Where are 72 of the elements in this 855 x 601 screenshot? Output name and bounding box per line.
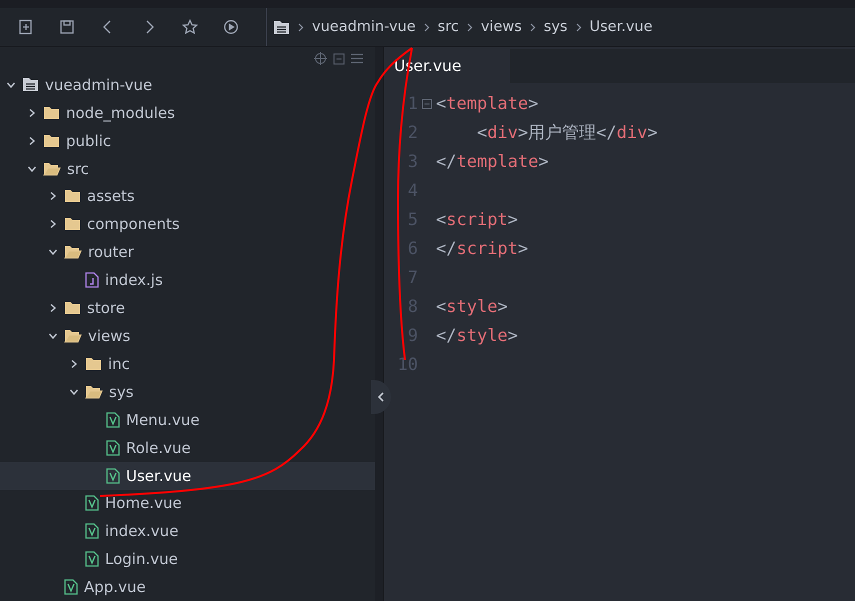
folder-icon xyxy=(43,106,60,120)
tree-item[interactable]: views xyxy=(0,322,375,350)
chevron-down-icon[interactable] xyxy=(48,247,58,258)
code-line: <style> xyxy=(436,296,508,316)
chevron-left-icon xyxy=(377,392,385,402)
collapse-icon[interactable] xyxy=(333,52,345,65)
tree-item[interactable]: components xyxy=(0,210,375,238)
open-folder-icon xyxy=(64,245,82,260)
tree-item[interactable]: store xyxy=(0,294,375,322)
vue-file-icon xyxy=(85,495,99,512)
tree-item[interactable]: App.vue xyxy=(0,573,375,601)
folder-icon xyxy=(64,189,81,204)
tree-item[interactable]: index.vue xyxy=(0,517,375,546)
breadcrumb-item[interactable]: vueadmin-vue xyxy=(312,19,416,35)
separator-icon xyxy=(298,22,304,32)
tree-item[interactable]: User.vue xyxy=(0,462,375,490)
star-icon xyxy=(182,19,198,35)
tree-item[interactable]: router xyxy=(0,238,375,266)
play-icon xyxy=(222,19,238,35)
vue-file-icon xyxy=(64,579,78,596)
chevron-right-icon[interactable] xyxy=(48,191,58,202)
tree-item[interactable]: node_modules xyxy=(0,98,375,127)
vue-file-icon xyxy=(106,468,120,484)
separator-icon xyxy=(424,22,430,32)
save-icon xyxy=(58,19,74,35)
folder-icon xyxy=(85,356,102,371)
separator-icon xyxy=(530,22,536,32)
tree-item[interactable]: Menu.vue xyxy=(0,406,375,434)
tree-item[interactable]: Home.vue xyxy=(0,490,375,518)
tree-item[interactable]: assets xyxy=(0,182,375,210)
code-line: </style> xyxy=(436,326,518,346)
folder-icon xyxy=(64,301,81,316)
breadcrumb-item[interactable]: sys xyxy=(544,19,568,35)
new-file-icon xyxy=(18,19,34,35)
separator-icon xyxy=(576,22,582,32)
vue-file-icon xyxy=(106,412,120,428)
tree-item[interactable]: vueadmin-vue xyxy=(0,70,375,99)
code-line: <template> xyxy=(436,94,538,114)
open-folder-icon xyxy=(85,384,103,399)
chevron-down-icon[interactable] xyxy=(48,331,58,342)
tree-item[interactable]: src xyxy=(0,154,375,183)
code-line: <script> xyxy=(436,210,518,230)
tree-item[interactable]: Role.vue xyxy=(0,434,375,462)
tree-item[interactable]: sys xyxy=(0,378,375,406)
chevron-right-icon[interactable] xyxy=(27,136,37,146)
project-icon xyxy=(273,20,290,34)
breadcrumb-item[interactable]: views xyxy=(480,19,522,35)
tree-item[interactable]: Login.vue xyxy=(0,545,375,574)
crosshair-icon[interactable] xyxy=(314,52,327,66)
open-folder-icon xyxy=(64,329,82,344)
code-line: <div>用户管理</div> xyxy=(476,122,658,144)
tree-item[interactable]: public xyxy=(0,126,375,155)
folder-icon xyxy=(64,217,81,232)
separator-icon xyxy=(466,22,473,32)
vue-file-icon xyxy=(106,440,120,456)
tree-item[interactable]: inc xyxy=(0,350,375,378)
tree-item[interactable]: index.js xyxy=(0,266,375,294)
vue-file-icon xyxy=(85,551,99,568)
chevron-right-icon[interactable] xyxy=(48,303,58,314)
code-line: </template> xyxy=(436,152,549,172)
chevron-right-icon[interactable] xyxy=(69,358,79,369)
js-file-icon xyxy=(85,272,99,288)
chevron-right-icon[interactable] xyxy=(27,108,37,118)
folder-icon xyxy=(43,134,60,148)
menu-icon[interactable] xyxy=(351,53,363,64)
open-folder-icon xyxy=(43,162,61,176)
breadcrumb-item[interactable]: src xyxy=(438,19,459,35)
code-line: </script> xyxy=(436,238,528,258)
chevron-right-icon[interactable] xyxy=(48,219,58,230)
breadcrumb-item[interactable]: User.vue xyxy=(590,19,653,35)
vue-file-icon xyxy=(85,523,99,540)
project-icon xyxy=(22,77,39,92)
